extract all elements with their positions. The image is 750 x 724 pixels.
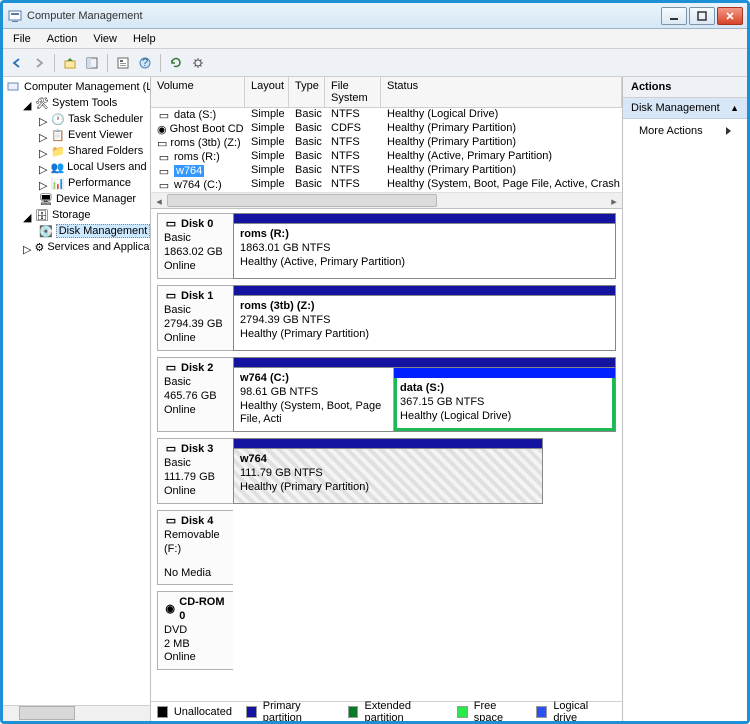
device-icon: 🖥: [39, 192, 53, 206]
disk-2[interactable]: ▭Disk 2Basic465.76 GBOnline w764 (C:)98.…: [157, 357, 616, 432]
tree-system-tools[interactable]: ◢🛠System Tools: [3, 95, 150, 111]
disk-icon: ▭: [164, 218, 178, 232]
partition-roms-r[interactable]: roms (R:)1863.01 GB NTFSHealthy (Active,…: [234, 224, 615, 278]
navigation-tree[interactable]: Computer Management (Local ◢🛠System Tool…: [3, 77, 151, 721]
folder-share-icon: 📁: [51, 144, 65, 158]
removable-icon: ▭: [164, 515, 178, 529]
app-icon: [7, 8, 23, 24]
computer-icon: [7, 80, 21, 94]
forward-button[interactable]: [29, 53, 49, 73]
volume-row[interactable]: ▭roms (3tb) (Z:)SimpleBasicNTFSHealthy (…: [151, 136, 622, 150]
tree-root[interactable]: Computer Management (Local: [3, 79, 150, 95]
svg-text:?: ?: [142, 57, 148, 69]
disk-1[interactable]: ▭Disk 1Basic2794.39 GBOnline roms (3tb) …: [157, 285, 616, 351]
storage-icon: 🗄: [35, 208, 49, 222]
perf-icon: 📊: [51, 176, 65, 190]
tree-event-viewer[interactable]: ▷📋Event Viewer: [3, 127, 150, 143]
disk-icon: ▭: [164, 362, 178, 376]
legend-swatch-unallocated: [157, 706, 168, 718]
volume-hscroll[interactable]: ◂▸: [151, 192, 622, 208]
event-icon: 📋: [51, 128, 65, 142]
chevron-right-icon: [726, 127, 731, 135]
actions-pane: Actions Disk Management▲ More Actions: [623, 77, 747, 721]
legend-swatch-primary: [246, 706, 257, 718]
minimize-button[interactable]: [661, 7, 687, 25]
volume-row[interactable]: ▭w764SimpleBasicNTFSHealthy (Primary Par…: [151, 164, 622, 178]
volume-list[interactable]: Volume Layout Type File System Status ▭d…: [151, 77, 622, 209]
legend: Unallocated Primary partition Extended p…: [151, 701, 622, 721]
actions-disk-management[interactable]: Disk Management▲: [623, 98, 747, 119]
cd-rom-0[interactable]: ◉CD-ROM 0DVD2 MBOnline: [157, 591, 616, 670]
disk-graphical-view[interactable]: ▭Disk 0Basic1863.02 GBOnline roms (R:)18…: [151, 209, 622, 701]
disk-icon: ▭: [164, 443, 178, 457]
legend-swatch-logical: [536, 706, 547, 718]
main-panel: Volume Layout Type File System Status ▭d…: [151, 77, 623, 721]
legend-swatch-free: [457, 706, 468, 718]
cd-icon: ◉: [157, 122, 167, 136]
toolbar: ?: [3, 49, 747, 77]
tree-scrollbar[interactable]: [3, 705, 150, 721]
drive-icon: ▭: [157, 150, 171, 164]
disk-mgmt-icon: 💽: [39, 224, 53, 238]
menu-help[interactable]: Help: [125, 31, 164, 47]
col-volume[interactable]: Volume: [151, 77, 245, 107]
settings-icon[interactable]: [188, 53, 208, 73]
close-button[interactable]: [717, 7, 743, 25]
menu-view[interactable]: View: [85, 31, 125, 47]
tree-local-users[interactable]: ▷👥Local Users and Groups: [3, 159, 150, 175]
up-icon[interactable]: [60, 53, 80, 73]
menu-file[interactable]: File: [5, 31, 39, 47]
volume-row[interactable]: ▭data (S:)SimpleBasicNTFSHealthy (Logica…: [151, 108, 622, 122]
partition-data-s[interactable]: data (S:)367.15 GB NTFSHealthy (Logical …: [394, 368, 615, 431]
tree-device-manager[interactable]: 🖥Device Manager: [3, 191, 150, 207]
properties-icon[interactable]: [113, 53, 133, 73]
tree-task-scheduler[interactable]: ▷🕐Task Scheduler: [3, 111, 150, 127]
volume-row[interactable]: ▭roms (R:)SimpleBasicNTFSHealthy (Active…: [151, 150, 622, 164]
disk-3[interactable]: ▭Disk 3Basic111.79 GBOnline w764111.79 G…: [157, 438, 616, 504]
window-title: Computer Management: [27, 10, 661, 22]
col-type[interactable]: Type: [289, 77, 325, 107]
title-bar: Computer Management: [3, 3, 747, 29]
tools-icon: 🛠: [35, 96, 49, 110]
cdrom-icon: ◉: [164, 603, 176, 617]
legend-swatch-extended: [348, 706, 359, 718]
disk-4[interactable]: ▭Disk 4Removable (F:)No Media: [157, 510, 616, 585]
disk-0[interactable]: ▭Disk 0Basic1863.02 GBOnline roms (R:)18…: [157, 213, 616, 279]
partition-roms-3tb-z[interactable]: roms (3tb) (Z:)2794.39 GB NTFSHealthy (P…: [234, 296, 615, 350]
clock-icon: 🕐: [51, 112, 65, 126]
tree-disk-management[interactable]: 💽Disk Management: [3, 223, 150, 239]
partition-w764[interactable]: w764111.79 GB NTFSHealthy (Primary Parti…: [234, 449, 542, 503]
menu-bar: File Action View Help: [3, 29, 747, 49]
maximize-button[interactable]: [689, 7, 715, 25]
drive-icon: ▭: [157, 136, 167, 150]
partition-w764-c[interactable]: w764 (C:)98.61 GB NTFSHealthy (System, B…: [234, 368, 394, 431]
help-icon[interactable]: ?: [135, 53, 155, 73]
actions-header: Actions: [623, 77, 747, 98]
drive-icon: ▭: [157, 164, 171, 178]
show-hide-tree-icon[interactable]: [82, 53, 102, 73]
actions-more[interactable]: More Actions: [623, 119, 747, 143]
drive-icon: ▭: [157, 108, 171, 122]
col-status[interactable]: Status: [381, 77, 622, 107]
drive-icon: ▭: [157, 178, 171, 192]
services-icon: ⚙: [34, 240, 44, 254]
menu-action[interactable]: Action: [39, 31, 86, 47]
tree-storage[interactable]: ◢🗄Storage: [3, 207, 150, 223]
volume-row[interactable]: ▭w764 (C:)SimpleBasicNTFSHealthy (System…: [151, 178, 622, 192]
users-icon: 👥: [50, 160, 64, 174]
disk-icon: ▭: [164, 290, 178, 304]
col-layout[interactable]: Layout: [245, 77, 289, 107]
volume-row[interactable]: ◉Ghost Boot CD (D:)SimpleBasicCDFSHealth…: [151, 122, 622, 136]
tree-performance[interactable]: ▷📊Performance: [3, 175, 150, 191]
tree-shared-folders[interactable]: ▷📁Shared Folders: [3, 143, 150, 159]
refresh-icon[interactable]: [166, 53, 186, 73]
back-button[interactable]: [7, 53, 27, 73]
volume-header-row: Volume Layout Type File System Status: [151, 77, 622, 108]
tree-services[interactable]: ▷⚙Services and Applications: [3, 239, 150, 255]
col-fs[interactable]: File System: [325, 77, 381, 107]
